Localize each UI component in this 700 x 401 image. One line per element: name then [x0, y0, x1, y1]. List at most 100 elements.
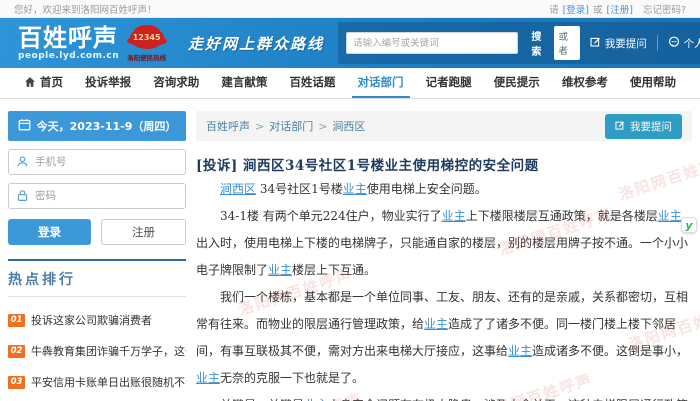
paragraph-text: 上下楼限楼层互通政策，就是各楼层: [465, 209, 658, 223]
site-name: 百姓呼声: [18, 23, 118, 52]
breadcrumb-separator: >: [318, 119, 328, 133]
person-icon: [16, 153, 29, 172]
hot-item-text: 平安信用卡账单日出账很随机不合理: [31, 376, 186, 389]
post-paragraph: 我们一个楼栋，基本都是一个单位同事、工友、朋友、还有的是亲戚，关系都密切，互相常…: [196, 284, 692, 392]
phone-field-wrap: [8, 149, 186, 175]
chat-bubble-icon: [668, 36, 680, 51]
main-content: 百姓呼声 > 对话部门 > 涧西区 我要提问 [投诉] 涧西区34号社区1号楼业主使用梯…: [196, 111, 700, 401]
lock-icon: [16, 187, 29, 206]
user-center-button[interactable]: 个人中心: [664, 34, 700, 53]
breadcrumb-separator: >: [255, 119, 265, 133]
home-icon: [24, 76, 36, 88]
pencil-icon: [590, 36, 601, 50]
or-word: 或: [593, 4, 603, 16]
keyword-link[interactable]: 业主: [424, 317, 448, 331]
hot-rank-badge: 03: [8, 375, 25, 389]
nav-item-label: 使用帮助: [629, 75, 676, 89]
post-title: [投诉] 涧西区34号社区1号楼业主使用梯控的安全问题: [196, 158, 539, 174]
paragraph-text: 使用电梯上安全问题。: [366, 182, 487, 196]
hot-ranking-title: 热点排行: [8, 269, 186, 297]
nav-item-百姓话题[interactable]: 百姓话题: [283, 68, 341, 98]
nav-item-首页[interactable]: 首页: [18, 68, 69, 98]
forgot-password-link[interactable]: 忘记密码?: [643, 2, 686, 16]
keyword-link[interactable]: 业主: [343, 182, 367, 196]
site-domain: people.lyd.com.cn: [18, 50, 120, 61]
hot-ranking-list: 01 投诉这家公司欺骗消费者 02 牛犇教育集团诈骗千万学子，这件事情何 03 平安信用卡…: [8, 312, 186, 401]
keyword-link[interactable]: 业主: [658, 209, 682, 223]
breadcrumb-bar: 百姓呼声 > 对话部门 > 涧西区 我要提问: [196, 111, 692, 141]
keyword-link[interactable]: 业主: [196, 371, 220, 385]
site-logo[interactable]: 百姓呼声 people.lyd.com.cn: [18, 26, 119, 61]
floating-widget-icon[interactable]: y: [681, 217, 697, 233]
nav-item-label: 维权参考: [561, 75, 608, 89]
main-nav: 首页 投诉举报 咨询求助 建言献策 百姓话题 对话部门 记者跑腿 便民提示 维权参考 使用帮助: [0, 68, 700, 99]
keyword-link[interactable]: 业主: [442, 209, 466, 223]
paragraph-text: 造成诸多不便。这倒是事小，: [532, 344, 689, 358]
nav-item-label: 投诉举报: [85, 75, 132, 89]
nav-item-记者跑腿[interactable]: 记者跑腿: [420, 68, 478, 98]
nav-item-label: 对话部门: [357, 75, 404, 89]
register-button[interactable]: 注册: [101, 219, 186, 245]
divider: [656, 35, 658, 51]
post-paragraph: 34-1楼 有两个单元224住户，物业实行了业主上下楼限楼层互通政策，就是各楼层…: [196, 203, 692, 284]
nav-item-对话部门[interactable]: 对话部门: [351, 68, 410, 98]
hot-rank-badge: 01: [8, 313, 25, 327]
nav-item-label: 咨询求助: [153, 75, 200, 89]
search-button[interactable]: 搜索: [524, 26, 548, 60]
or-label: 或者: [554, 26, 580, 60]
hotline-12345-icon: 12345: [129, 26, 164, 49]
hot-rank-badge: 02: [8, 344, 25, 358]
site-slogan: 走好网上群众路线: [188, 34, 325, 53]
hot-item-text: 牛犇教育集团诈骗千万学子，这件事情何: [31, 345, 186, 358]
welcome-text: 您好，欢迎来到洛阳网百姓呼声！: [14, 4, 157, 16]
nav-item-label: 首页: [40, 75, 63, 89]
post-paragraph: 涧西区 34号社区1号楼业主使用电梯上安全问题。: [196, 176, 692, 203]
breadcrumb-item-涧西区[interactable]: 涧西区: [332, 118, 365, 134]
nav-item-投诉举报[interactable]: 投诉举报: [79, 68, 137, 98]
today-date: 今天，2023-11-9（周四）: [36, 120, 177, 133]
keyword-link[interactable]: 业主: [508, 344, 532, 358]
nav-item-使用帮助[interactable]: 使用帮助: [624, 68, 682, 98]
password-field-wrap: [8, 183, 186, 209]
post-tag: [投诉]: [196, 158, 238, 174]
paragraph-text: 34号社区1号楼: [256, 182, 343, 196]
header-ask-button[interactable]: 我要提问: [586, 34, 651, 53]
hotline-caption: 洛阳便民热线: [127, 53, 167, 62]
hot-item-text: 投诉这家公司欺骗消费者: [31, 314, 152, 327]
site-header: 百姓呼声 people.lyd.com.cn 12345 洛阳便民热线 走好网上…: [0, 18, 700, 68]
sidebar: 今天，2023-11-9（周四） 登录 注册 热点排行 01 投诉这家公司欺骗消费…: [8, 111, 186, 401]
date-bar: 今天，2023-11-9（周四）: [8, 111, 186, 141]
header-search-band: 搜索 或者 我要提问 个人中心: [338, 22, 700, 64]
paragraph-text: 34-1楼 有两个单元224住户，物业实行了: [220, 209, 442, 223]
pencil-icon: [615, 120, 625, 133]
nav-item-建言献策[interactable]: 建言献策: [215, 68, 273, 98]
nav-item-label: 建言献策: [221, 75, 268, 89]
breadcrumb-item-百姓呼声[interactable]: 百姓呼声: [206, 118, 250, 134]
pre-login-text: 请: [549, 4, 559, 16]
breadcrumb-item-对话部门[interactable]: 对话部门: [269, 118, 313, 134]
phone-input[interactable]: [35, 156, 178, 168]
hot-list-item[interactable]: 03 平安信用卡账单日出账很随机不合理: [8, 374, 186, 390]
keyword-link[interactable]: 业主: [268, 263, 292, 277]
hot-list-item[interactable]: 02 牛犇教育集团诈骗千万学子，这件事情何: [8, 343, 186, 359]
keyword-link[interactable]: 涧西区: [220, 182, 256, 196]
nav-item-label: 便民提示: [493, 75, 540, 89]
nav-item-维权参考[interactable]: 维权参考: [556, 68, 614, 98]
nav-item-label: 记者跑腿: [425, 75, 472, 89]
login-link[interactable]: [登录]: [563, 2, 589, 16]
password-input[interactable]: [35, 190, 178, 202]
calendar-icon: [18, 118, 31, 134]
breadcrumb: 百姓呼声 > 对话部门 > 涧西区: [206, 118, 365, 134]
login-button[interactable]: 登录: [8, 219, 91, 245]
nav-item-便民提示[interactable]: 便民提示: [488, 68, 546, 98]
hot-list-item[interactable]: 01 投诉这家公司欺骗消费者: [8, 312, 186, 328]
breadcrumb-ask-button[interactable]: 我要提问: [605, 113, 682, 139]
post-body: 涧西区 34号社区1号楼业主使用电梯上安全问题。 34-1楼 有两个单元224住户…: [196, 176, 692, 401]
hotline-badge: 12345 洛阳便民热线: [127, 26, 167, 62]
hot-ranking-box: 热点排行 01 投诉这家公司欺骗消费者 02 牛犇教育集团诈骗千万学子，这件事情何 03…: [8, 259, 186, 401]
search-input[interactable]: [346, 32, 519, 54]
paragraph-text: 无奈的克服一下也就是了。: [220, 371, 365, 385]
register-link[interactable]: [注册]: [607, 2, 633, 16]
nav-item-咨询求助[interactable]: 咨询求助: [147, 68, 205, 98]
utility-bar: 您好，欢迎来到洛阳网百姓呼声！ 请 [登录] 或 [注册] 忘记密码?: [0, 0, 700, 18]
